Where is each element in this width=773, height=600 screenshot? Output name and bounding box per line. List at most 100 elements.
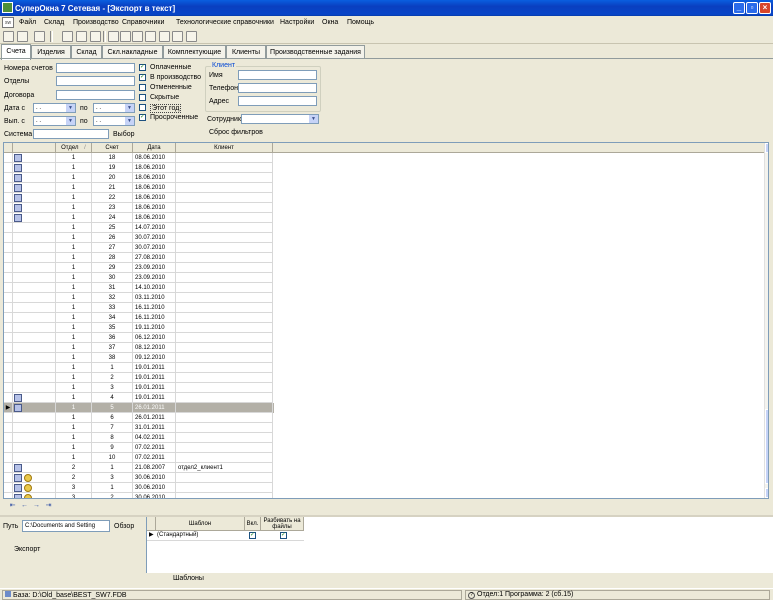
cell-date[interactable]: 07.02.2011 <box>133 453 176 463</box>
row-indicator[interactable] <box>4 383 13 393</box>
cell-client[interactable] <box>176 493 273 498</box>
cell-dept[interactable]: 2 <box>56 473 92 483</box>
mdi-window-icon[interactable]: sw <box>2 17 14 28</box>
table-row[interactable]: 1 28 27.08.2010 <box>4 253 274 263</box>
row-indicator[interactable] <box>4 333 13 343</box>
cell-date[interactable]: 19.01.2011 <box>133 383 176 393</box>
settings-icon[interactable] <box>186 31 197 42</box>
cell-client[interactable] <box>176 183 273 193</box>
row-indicator[interactable] <box>4 493 13 498</box>
prev-record-icon[interactable]: ← <box>20 502 29 511</box>
employee-select[interactable]: ▼ <box>241 114 319 124</box>
cell-date[interactable]: 30.06.2010 <box>133 493 176 498</box>
scroll-down-icon[interactable]: ▼ <box>765 488 768 498</box>
cell-client[interactable] <box>176 403 273 413</box>
column-header-date[interactable]: Дата <box>133 143 176 153</box>
cell-inv[interactable]: 38 <box>92 353 133 363</box>
cell-date[interactable]: 21.08.2007 <box>133 463 176 473</box>
cell-dept[interactable]: 3 <box>56 483 92 493</box>
date-from-picker[interactable]: . . ▼ <box>33 103 76 113</box>
cell-inv[interactable]: 33 <box>92 303 133 313</box>
date-to-picker[interactable]: . . ▼ <box>93 103 135 113</box>
cell-client[interactable] <box>176 273 273 283</box>
cell-date[interactable]: 30.06.2010 <box>133 473 176 483</box>
table-row[interactable]: 2 3 30.06.2010 <box>4 473 274 483</box>
cell-date[interactable]: 18.06.2010 <box>133 173 176 183</box>
window-icon[interactable] <box>76 31 87 42</box>
cell-inv[interactable]: 20 <box>92 173 133 183</box>
cell-dept[interactable]: 1 <box>56 373 92 383</box>
cell-date[interactable]: 19.11.2010 <box>133 323 176 333</box>
cell-dept[interactable]: 1 <box>56 293 92 303</box>
table-row[interactable]: 2 1 21.08.2007 отдел2_клиент1 <box>4 463 274 473</box>
overdue-checkbox[interactable]: ✓ <box>139 114 146 121</box>
row-indicator[interactable] <box>4 463 13 473</box>
title-bar[interactable]: СуперОкна 7 Сетевая - [Экспорт в текст] … <box>0 0 773 16</box>
cell-client[interactable] <box>176 293 273 303</box>
cell-client[interactable] <box>176 413 273 423</box>
cell-client[interactable] <box>176 423 273 433</box>
cell-dept[interactable]: 1 <box>56 283 92 293</box>
chevron-down-icon[interactable]: ▼ <box>66 104 75 112</box>
table-row[interactable]: 1 33 16.11.2010 <box>4 303 274 313</box>
cell-dept[interactable]: 1 <box>56 383 92 393</box>
new-icon[interactable] <box>3 31 14 42</box>
row-indicator[interactable] <box>4 413 13 423</box>
cell-client[interactable] <box>176 213 273 223</box>
table-row[interactable]: 1 8 04.02.2011 <box>4 433 274 443</box>
cell-inv[interactable]: 35 <box>92 323 133 333</box>
cell-date[interactable]: 23.09.2010 <box>133 263 176 273</box>
menu-help[interactable]: Помощь <box>347 19 374 26</box>
cell-inv[interactable]: 27 <box>92 243 133 253</box>
cell-date[interactable]: 03.11.2010 <box>133 293 176 303</box>
template-enabled-checkbox[interactable]: ✓ <box>249 532 256 539</box>
tab-clients[interactable]: Клиенты <box>226 45 266 59</box>
cell-client[interactable] <box>176 323 273 333</box>
menu-tech-references[interactable]: Технологические справочники <box>176 19 274 26</box>
cell-client[interactable] <box>176 453 273 463</box>
cell-inv[interactable]: 4 <box>92 393 133 403</box>
cell-dept[interactable]: 1 <box>56 223 92 233</box>
row-indicator[interactable] <box>4 243 13 253</box>
cell-dept[interactable]: 1 <box>56 333 92 343</box>
cell-date[interactable]: 18.06.2010 <box>133 163 176 173</box>
cell-inv[interactable]: 1 <box>92 483 133 493</box>
row-indicator[interactable] <box>4 363 13 373</box>
cell-dept[interactable]: 1 <box>56 213 92 223</box>
cell-dept[interactable]: 1 <box>56 443 92 453</box>
cell-date[interactable]: 23.09.2010 <box>133 273 176 283</box>
table-row[interactable]: 1 9 07.02.2011 <box>4 443 274 453</box>
row-indicator[interactable] <box>4 193 13 203</box>
table-row[interactable]: 3 1 30.06.2010 <box>4 483 274 493</box>
cell-inv[interactable]: 37 <box>92 343 133 353</box>
system-input[interactable] <box>33 129 109 139</box>
export-icon[interactable] <box>90 31 101 42</box>
cell-dept[interactable]: 1 <box>56 173 92 183</box>
column-header-department[interactable]: Отдел / <box>56 143 92 153</box>
table-row[interactable]: 1 19 18.06.2010 <box>4 163 274 173</box>
cell-dept[interactable]: 1 <box>56 303 92 313</box>
template-name-header[interactable]: Шаблон <box>156 517 245 531</box>
row-indicator[interactable] <box>4 433 13 443</box>
menu-settings[interactable]: Настройки <box>280 19 314 26</box>
row-indicator[interactable] <box>4 443 13 453</box>
tab-production-tasks[interactable]: Производственные задания <box>266 45 365 59</box>
cell-dept[interactable]: 1 <box>56 193 92 203</box>
cell-date[interactable]: 18.06.2010 <box>133 183 176 193</box>
path-input[interactable]: C:\Documents and Setting <box>22 520 110 532</box>
cell-inv[interactable]: 36 <box>92 333 133 343</box>
cell-inv[interactable]: 2 <box>92 373 133 383</box>
cell-inv[interactable]: 21 <box>92 183 133 193</box>
table-row[interactable]: 1 4 19.01.2011 <box>4 393 274 403</box>
cell-dept[interactable]: 1 <box>56 153 92 163</box>
cell-date[interactable]: 16.11.2010 <box>133 313 176 323</box>
cell-inv[interactable]: 10 <box>92 453 133 463</box>
cell-inv[interactable]: 9 <box>92 443 133 453</box>
templates-grid[interactable]: Шаблон Вкл. Разбивать на файлы ▶ (Станда… <box>146 517 773 573</box>
menu-production[interactable]: Производство <box>73 19 119 26</box>
cell-client[interactable] <box>176 203 273 213</box>
row-indicator[interactable] <box>4 473 13 483</box>
cell-client[interactable] <box>176 173 273 183</box>
table-row[interactable]: 1 34 16.11.2010 <box>4 313 274 323</box>
open-icon[interactable] <box>17 31 28 42</box>
